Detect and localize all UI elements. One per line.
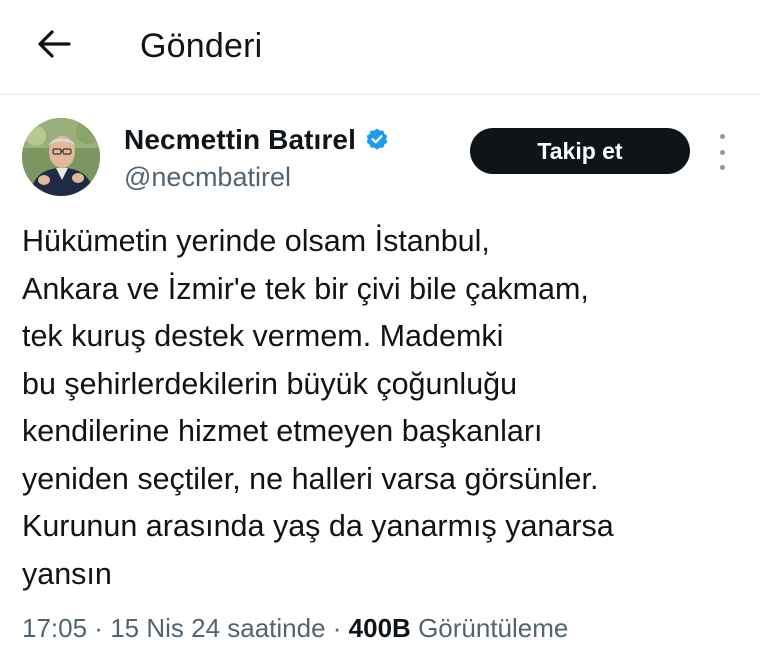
avatar[interactable] xyxy=(22,118,100,196)
tweet-line: yeniden seçtiler, ne halleri varsa görsü… xyxy=(22,461,599,496)
tweet-line: bu şehirlerdekilerin büyük çoğunluğu xyxy=(22,366,518,401)
tweet-line: kendilerine hizmet etmeyen başkanları xyxy=(22,414,543,448)
tweet-line: Kurunun arasında yaş da yanarmış yanarsa xyxy=(22,509,614,543)
views-label: Görüntüleme xyxy=(418,613,569,643)
author-block: Necmettin Batırel @necmbatirel xyxy=(124,122,390,194)
verified-badge-icon xyxy=(364,127,390,153)
tweet-line: yansın xyxy=(22,556,112,591)
header-divider xyxy=(0,94,760,95)
more-vertical-icon-dot xyxy=(719,149,725,155)
author-display-name[interactable]: Necmettin Batırel xyxy=(124,124,356,156)
tweet-line: Ankara ve İzmir'e tek bir çivi bile çakm… xyxy=(22,271,589,306)
tweet-text: Hükümetin yerinde olsam İstanbul, Ankara… xyxy=(22,218,752,598)
more-vertical-icon-dot xyxy=(719,134,725,139)
author-name-row: Necmettin Batırel xyxy=(124,122,390,158)
meta-separator: · xyxy=(87,613,111,643)
profile-photo xyxy=(22,118,100,196)
top-app-bar: Gönderi xyxy=(0,0,760,94)
arrow-left-icon xyxy=(38,30,71,58)
page-title: Gönderi xyxy=(140,27,263,65)
author-handle[interactable]: @necmbatirel xyxy=(124,160,390,194)
tweet-time[interactable]: 17:05 xyxy=(22,613,87,643)
tweet-meta: 17:05 · 15 Nis 24 saatinde · 400B Görünt… xyxy=(22,608,568,648)
views-count: 400B xyxy=(348,613,411,643)
tweet-line: Hükümetin yerinde olsam İstanbul, xyxy=(22,224,490,258)
tweet-line: tek kuruş destek vermem. Mademki xyxy=(22,319,504,353)
meta-separator: · xyxy=(325,613,349,643)
more-vertical-icon-dot xyxy=(719,165,725,170)
back-button[interactable] xyxy=(32,22,76,66)
tweet-date[interactable]: 15 Nis 24 saatinde xyxy=(110,613,325,643)
follow-button[interactable]: Takip et xyxy=(470,128,690,174)
more-options-button[interactable] xyxy=(712,134,732,170)
